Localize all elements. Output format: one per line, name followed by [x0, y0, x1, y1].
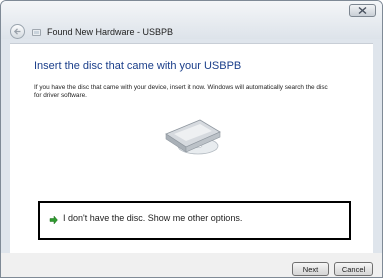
page-heading: Insert the disc that came with your USBP… [34, 60, 242, 72]
close-button[interactable] [349, 4, 376, 17]
back-arrow-icon [13, 28, 21, 35]
button-bar: Next Cancel [1, 253, 382, 277]
wizard-window: Found New Hardware - USBPB Insert the di… [0, 0, 383, 278]
hardware-wizard-icon [32, 29, 41, 36]
back-button[interactable] [10, 24, 25, 39]
title-bar: Found New Hardware - USBPB [1, 1, 382, 39]
instructions-text: If you have the disc that came with your… [34, 84, 328, 99]
next-button[interactable]: Next [292, 262, 329, 276]
disc-drive-icon [165, 119, 221, 155]
close-icon [358, 7, 367, 14]
no-disc-option[interactable]: I don't have the disc. Show me other opt… [38, 201, 351, 240]
cancel-button[interactable]: Cancel [334, 262, 373, 276]
no-disc-option-label: I don't have the disc. Show me other opt… [63, 213, 243, 223]
window-title: Found New Hardware - USBPB [47, 27, 174, 37]
green-arrow-icon [49, 215, 58, 225]
